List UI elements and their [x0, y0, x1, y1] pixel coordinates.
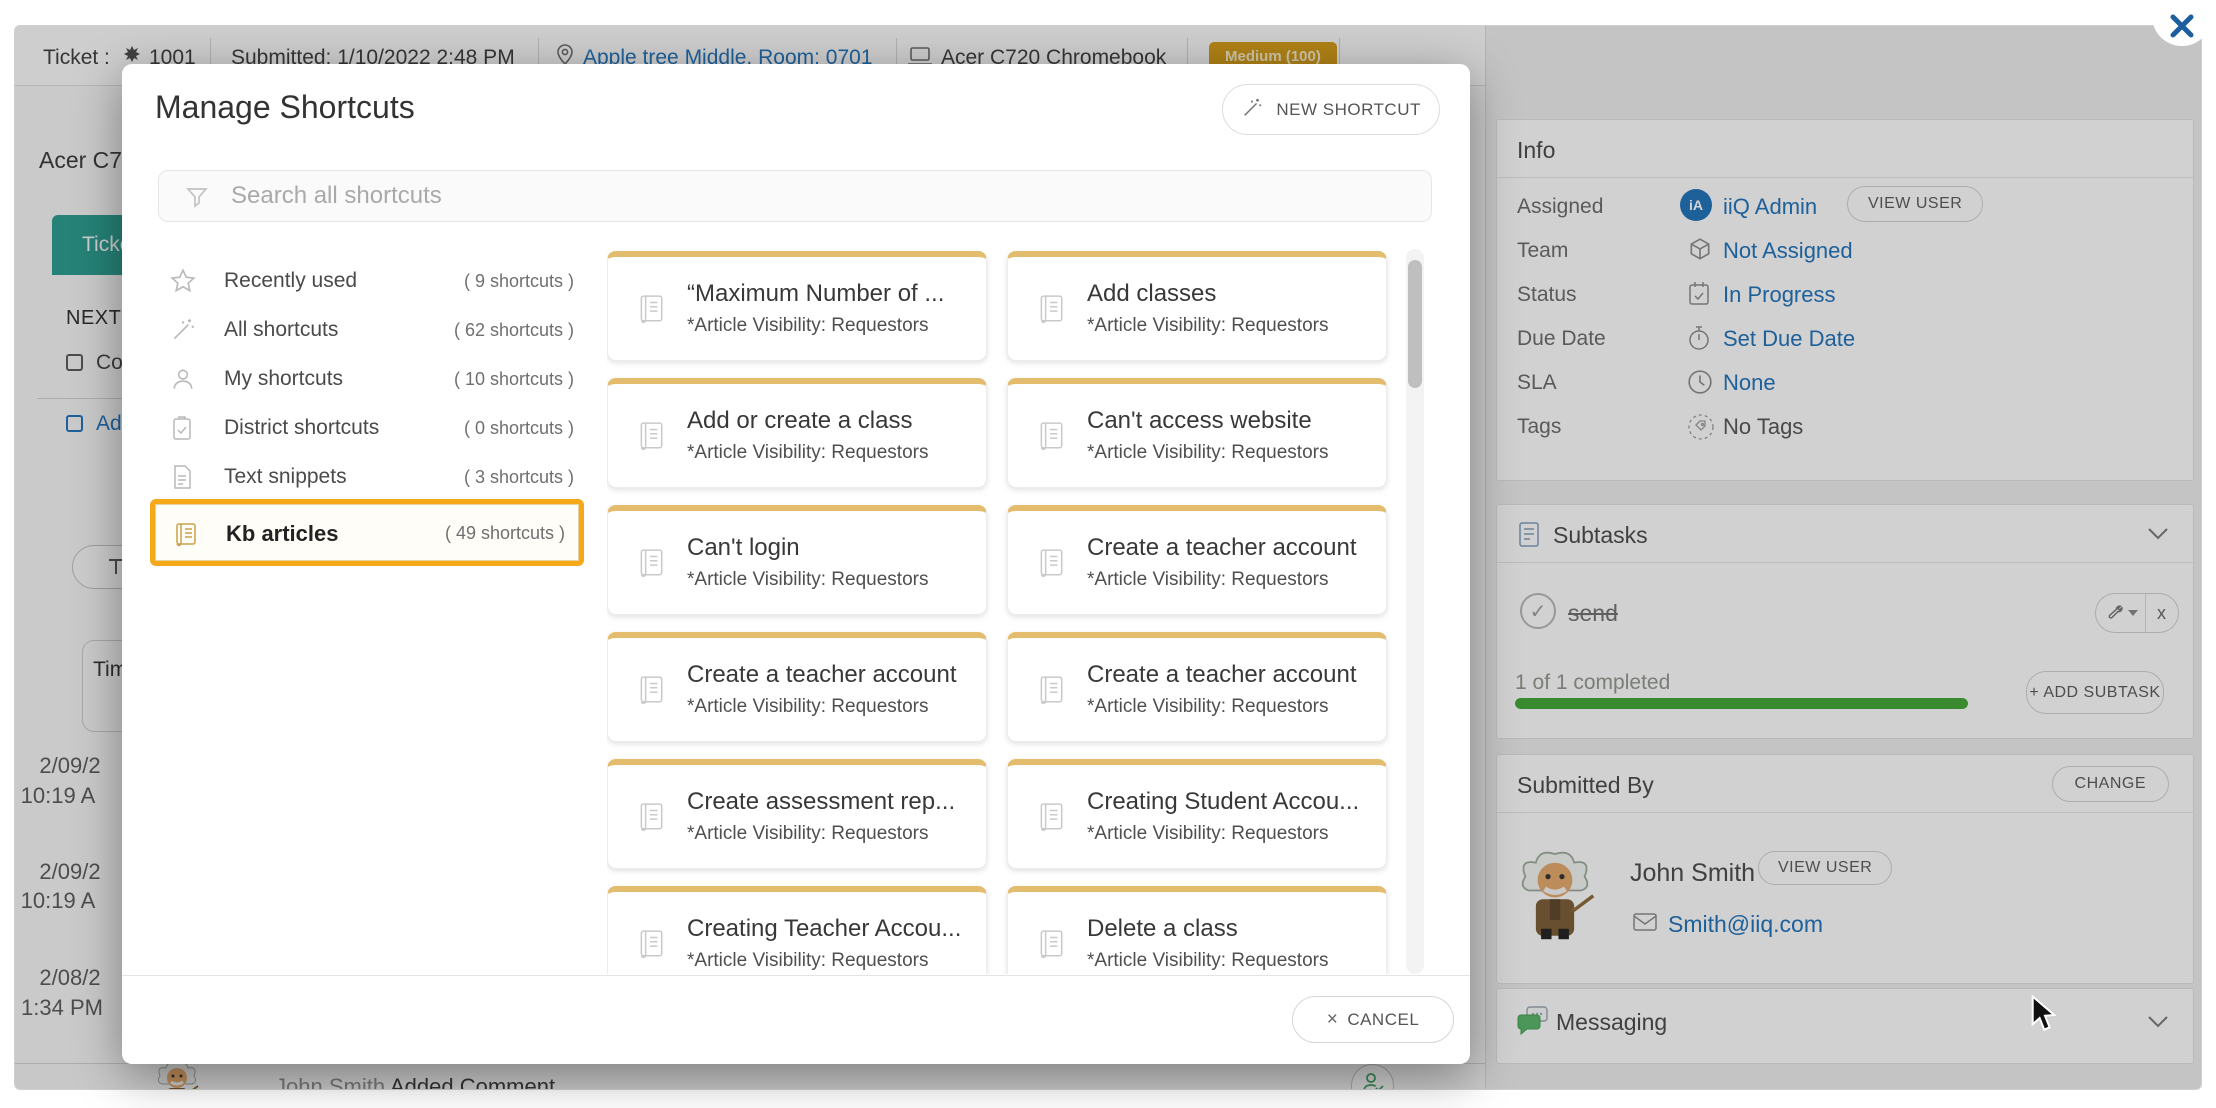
shortcut-card[interactable]: Can't access website *Article Visibility… — [1007, 378, 1387, 488]
screen: Ticket : 1001 Submitted: 1/10/2022 2:48 … — [0, 0, 2216, 1108]
category-label: Kb articles — [226, 521, 339, 547]
shortcut-title: Add classes — [1087, 280, 1372, 308]
shortcut-card-grid: “Maximum Number of ... *Article Visibili… — [607, 251, 1407, 974]
category-label: All shortcuts — [224, 318, 338, 342]
category-label: Recently used — [224, 269, 357, 293]
new-shortcut-button[interactable]: NEW SHORTCUT — [1222, 84, 1440, 135]
close-icon[interactable] — [2168, 12, 2196, 40]
category-kb-articles[interactable]: Kb articles ( 49 shortcuts ) — [150, 499, 584, 566]
close-icon: × — [1327, 1009, 1339, 1030]
shortcut-subtitle: *Article Visibility: Requestors — [1087, 950, 1328, 972]
shortcut-card[interactable]: “Maximum Number of ... *Article Visibili… — [607, 251, 987, 361]
category-my-shortcuts[interactable]: My shortcuts ( 10 shortcuts ) — [150, 355, 584, 404]
shortcut-title: Create assessment rep... — [687, 788, 972, 816]
new-shortcut-label: NEW SHORTCUT — [1276, 100, 1421, 119]
category-count: ( 49 shortcuts ) — [445, 523, 565, 544]
shortcut-subtitle: *Article Visibility: Requestors — [687, 950, 928, 972]
category-count: ( 3 shortcuts ) — [464, 467, 574, 488]
shortcut-title: Delete a class — [1087, 915, 1372, 943]
shortcut-subtitle: *Article Visibility: Requestors — [1087, 315, 1328, 337]
cancel-button[interactable]: × CANCEL — [1292, 996, 1454, 1043]
book-icon — [636, 293, 666, 327]
shortcut-title: “Maximum Number of ... — [687, 280, 972, 308]
cancel-label: CANCEL — [1347, 1010, 1419, 1029]
category-district-shortcuts[interactable]: District shortcuts ( 0 shortcuts ) — [150, 404, 584, 453]
book-icon — [636, 674, 666, 708]
shortcut-card[interactable]: Create a teacher account *Article Visibi… — [1007, 632, 1387, 742]
book-icon — [172, 521, 200, 549]
wand-icon — [170, 317, 196, 343]
book-icon — [1036, 801, 1066, 835]
category-count: ( 10 shortcuts ) — [454, 369, 574, 390]
shortcut-subtitle: *Article Visibility: Requestors — [1087, 569, 1328, 591]
shortcut-title: Create a teacher account — [1087, 661, 1372, 689]
book-icon — [1036, 420, 1066, 454]
shortcut-categories: Recently used ( 9 shortcuts ) All shortc… — [150, 257, 584, 566]
shortcut-card[interactable]: Create a teacher account *Article Visibi… — [1007, 505, 1387, 615]
filter-funnel-icon — [185, 185, 209, 209]
manage-shortcuts-modal: Manage Shortcuts NEW SHORTCUT Recently u… — [122, 64, 1470, 1064]
category-label: My shortcuts — [224, 367, 343, 391]
scrollbar-thumb[interactable] — [1408, 260, 1422, 388]
shortcut-title: Can't login — [687, 534, 972, 562]
book-icon — [636, 928, 666, 962]
shortcut-title: Can't access website — [1087, 407, 1372, 435]
document-icon — [170, 464, 194, 490]
search-input[interactable] — [231, 171, 1411, 221]
modal-title: Manage Shortcuts — [155, 89, 415, 126]
book-icon — [1036, 293, 1066, 327]
shortcut-card[interactable]: Creating Student Accou... *Article Visib… — [1007, 759, 1387, 869]
shortcut-card[interactable]: Create assessment rep... *Article Visibi… — [607, 759, 987, 869]
book-icon — [636, 547, 666, 581]
shortcut-subtitle: *Article Visibility: Requestors — [687, 442, 928, 464]
category-label: District shortcuts — [224, 416, 379, 440]
category-all-shortcuts[interactable]: All shortcuts ( 62 shortcuts ) — [150, 306, 584, 355]
shortcut-subtitle: *Article Visibility: Requestors — [687, 569, 928, 591]
category-recently-used[interactable]: Recently used ( 9 shortcuts ) — [150, 257, 584, 306]
shortcut-title: Add or create a class — [687, 407, 972, 435]
category-text-snippets[interactable]: Text snippets ( 3 shortcuts ) — [150, 453, 584, 502]
shortcut-card[interactable]: Add or create a class *Article Visibilit… — [607, 378, 987, 488]
clipboard-check-icon — [170, 415, 194, 441]
shortcut-subtitle: *Article Visibility: Requestors — [687, 696, 928, 718]
shortcut-card[interactable]: Add classes *Article Visibility: Request… — [1007, 251, 1387, 361]
book-icon — [636, 801, 666, 835]
shortcut-card[interactable]: Delete a class *Article Visibility: Requ… — [1007, 886, 1387, 974]
scrollbar[interactable] — [1406, 249, 1424, 974]
shortcut-title: Creating Teacher Accou... — [687, 915, 972, 943]
modal-footer: × CANCEL — [122, 975, 1470, 1064]
shortcut-subtitle: *Article Visibility: Requestors — [1087, 696, 1328, 718]
shortcut-subtitle: *Article Visibility: Requestors — [1087, 442, 1328, 464]
shortcut-search[interactable] — [158, 170, 1432, 222]
shortcut-subtitle: *Article Visibility: Requestors — [687, 823, 928, 845]
person-icon — [170, 366, 196, 392]
category-count: ( 62 shortcuts ) — [454, 320, 574, 341]
shortcut-card[interactable]: Can't login *Article Visibility: Request… — [607, 505, 987, 615]
shortcut-card[interactable]: Create a teacher account *Article Visibi… — [607, 632, 987, 742]
category-count: ( 0 shortcuts ) — [464, 418, 574, 439]
category-label: Text snippets — [224, 465, 347, 489]
shortcut-title: Creating Student Accou... — [1087, 788, 1372, 816]
book-icon — [1036, 928, 1066, 962]
shortcut-subtitle: *Article Visibility: Requestors — [1087, 823, 1328, 845]
book-icon — [1036, 674, 1066, 708]
shortcut-card[interactable]: Creating Teacher Accou... *Article Visib… — [607, 886, 987, 974]
shortcut-title: Create a teacher account — [687, 661, 972, 689]
mouse-cursor — [2028, 995, 2062, 1035]
shortcut-subtitle: *Article Visibility: Requestors — [687, 315, 928, 337]
star-icon — [170, 268, 196, 294]
book-icon — [636, 420, 666, 454]
category-count: ( 9 shortcuts ) — [464, 271, 574, 292]
shortcut-title: Create a teacher account — [1087, 534, 1372, 562]
wand-icon — [1241, 104, 1268, 123]
book-icon — [1036, 547, 1066, 581]
